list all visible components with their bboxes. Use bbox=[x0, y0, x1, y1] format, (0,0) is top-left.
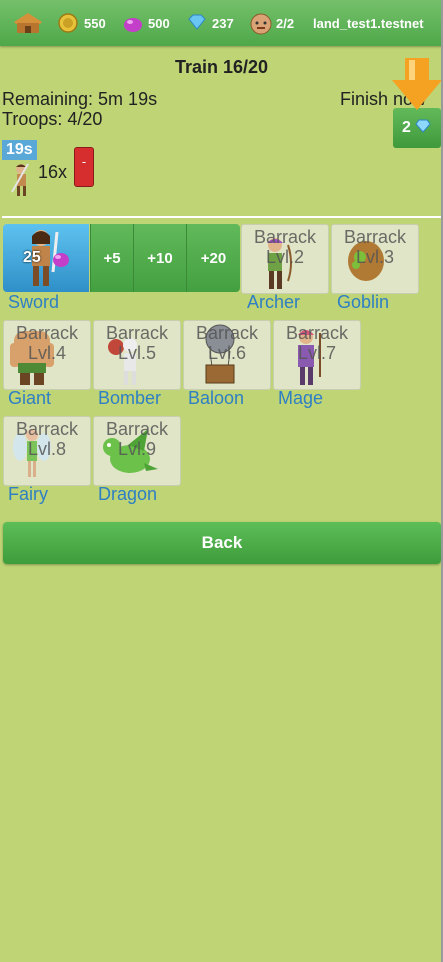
troop-card-goblin[interactable]: Barrack Lvl.3 bbox=[331, 224, 419, 294]
add-5-button[interactable]: +5 bbox=[90, 224, 133, 292]
add-10-button[interactable]: +10 bbox=[133, 224, 186, 292]
elixir-drop-icon bbox=[53, 253, 69, 267]
selected-troop-card[interactable]: 25 bbox=[3, 224, 89, 292]
divider bbox=[2, 216, 442, 218]
level-label: Lvl.7 bbox=[297, 343, 337, 363]
troop-cost: 25 bbox=[23, 249, 41, 266]
gem-icon bbox=[186, 13, 206, 33]
lock-label: Barrack bbox=[105, 323, 168, 343]
level-label: Lvl.8 bbox=[27, 439, 67, 459]
troop-card-bomber[interactable]: Barrack Lvl.5 bbox=[93, 320, 181, 390]
troop-name-archer: Archer bbox=[247, 292, 301, 312]
lock-label: Barrack bbox=[195, 323, 258, 343]
troop-name-bomber: Bomber bbox=[98, 388, 162, 408]
troop-name-goblin: Goblin bbox=[337, 292, 390, 312]
troop-card-fairy[interactable]: Barrack Lvl.8 bbox=[3, 416, 91, 486]
level-label: Lvl.9 bbox=[117, 439, 157, 459]
troop-name-dragon: Dragon bbox=[98, 484, 158, 504]
troop-card-archer[interactable]: Barrack Lvl.2 bbox=[241, 224, 329, 294]
builder-counter: 2/2 bbox=[250, 0, 294, 46]
gold-counter: 550 bbox=[58, 0, 106, 46]
elixir-value: 500 bbox=[148, 15, 170, 31]
queue-timer: 19s bbox=[2, 140, 37, 160]
gem-counter: 237 bbox=[186, 0, 234, 46]
add-20-button[interactable]: +20 bbox=[186, 224, 240, 292]
troop-card-mage[interactable]: Barrack Lvl.7 bbox=[273, 320, 361, 390]
finish-now-button[interactable]: 2 bbox=[393, 108, 441, 148]
gem-value: 237 bbox=[212, 15, 234, 31]
level-label: Lvl.3 bbox=[355, 247, 395, 267]
troop-card-baloon[interactable]: Barrack Lvl.6 bbox=[183, 320, 271, 390]
lock-label: Barrack bbox=[15, 419, 78, 439]
account-name[interactable]: land_test1.testnet bbox=[313, 0, 424, 46]
town-hall-icon[interactable] bbox=[12, 0, 44, 46]
level-label: Lvl.6 bbox=[207, 343, 247, 363]
builder-face-icon bbox=[250, 13, 272, 35]
queue-count: 16x bbox=[38, 162, 68, 182]
back-button[interactable]: Back bbox=[3, 522, 441, 564]
troop-name-baloon: Baloon bbox=[188, 388, 245, 408]
troop-name-sword: Sword bbox=[8, 292, 60, 312]
resource-bar: 550 500 237 2/2 land_test1.testnet bbox=[0, 0, 443, 46]
hint-arrow-icon bbox=[392, 58, 442, 110]
remove-troop-button[interactable]: - bbox=[74, 147, 94, 187]
lock-label: Barrack bbox=[285, 323, 348, 343]
elixir-counter: 500 bbox=[122, 0, 170, 46]
level-label: Lvl.2 bbox=[265, 247, 305, 267]
lock-label: Barrack bbox=[253, 227, 316, 247]
level-label: Lvl.4 bbox=[27, 343, 67, 363]
lock-label: Barrack bbox=[15, 323, 78, 343]
elixir-drop-icon bbox=[122, 13, 142, 33]
builder-value: 2/2 bbox=[276, 15, 295, 31]
lock-label: Barrack bbox=[343, 227, 406, 247]
sword-troop-icon bbox=[11, 163, 29, 196]
level-label: Lvl.5 bbox=[117, 343, 157, 363]
gold-value: 550 bbox=[84, 15, 106, 31]
train-title: Train 16/20 bbox=[174, 57, 269, 77]
troop-card-dragon[interactable]: Barrack Lvl.9 bbox=[93, 416, 181, 486]
troop-name-mage: Mage bbox=[278, 388, 324, 408]
gem-icon bbox=[414, 119, 432, 138]
troop-name-fairy: Fairy bbox=[8, 484, 48, 504]
lock-label: Barrack bbox=[105, 419, 168, 439]
finish-cost: 2 bbox=[402, 119, 411, 136]
remaining-time: Remaining: 5m 19s bbox=[2, 89, 158, 109]
troop-card-giant[interactable]: Barrack Lvl.4 bbox=[3, 320, 91, 390]
gold-coin-icon bbox=[58, 13, 78, 33]
troop-capacity: Troops: 4/20 bbox=[2, 109, 103, 129]
troop-name-giant: Giant bbox=[8, 388, 52, 408]
